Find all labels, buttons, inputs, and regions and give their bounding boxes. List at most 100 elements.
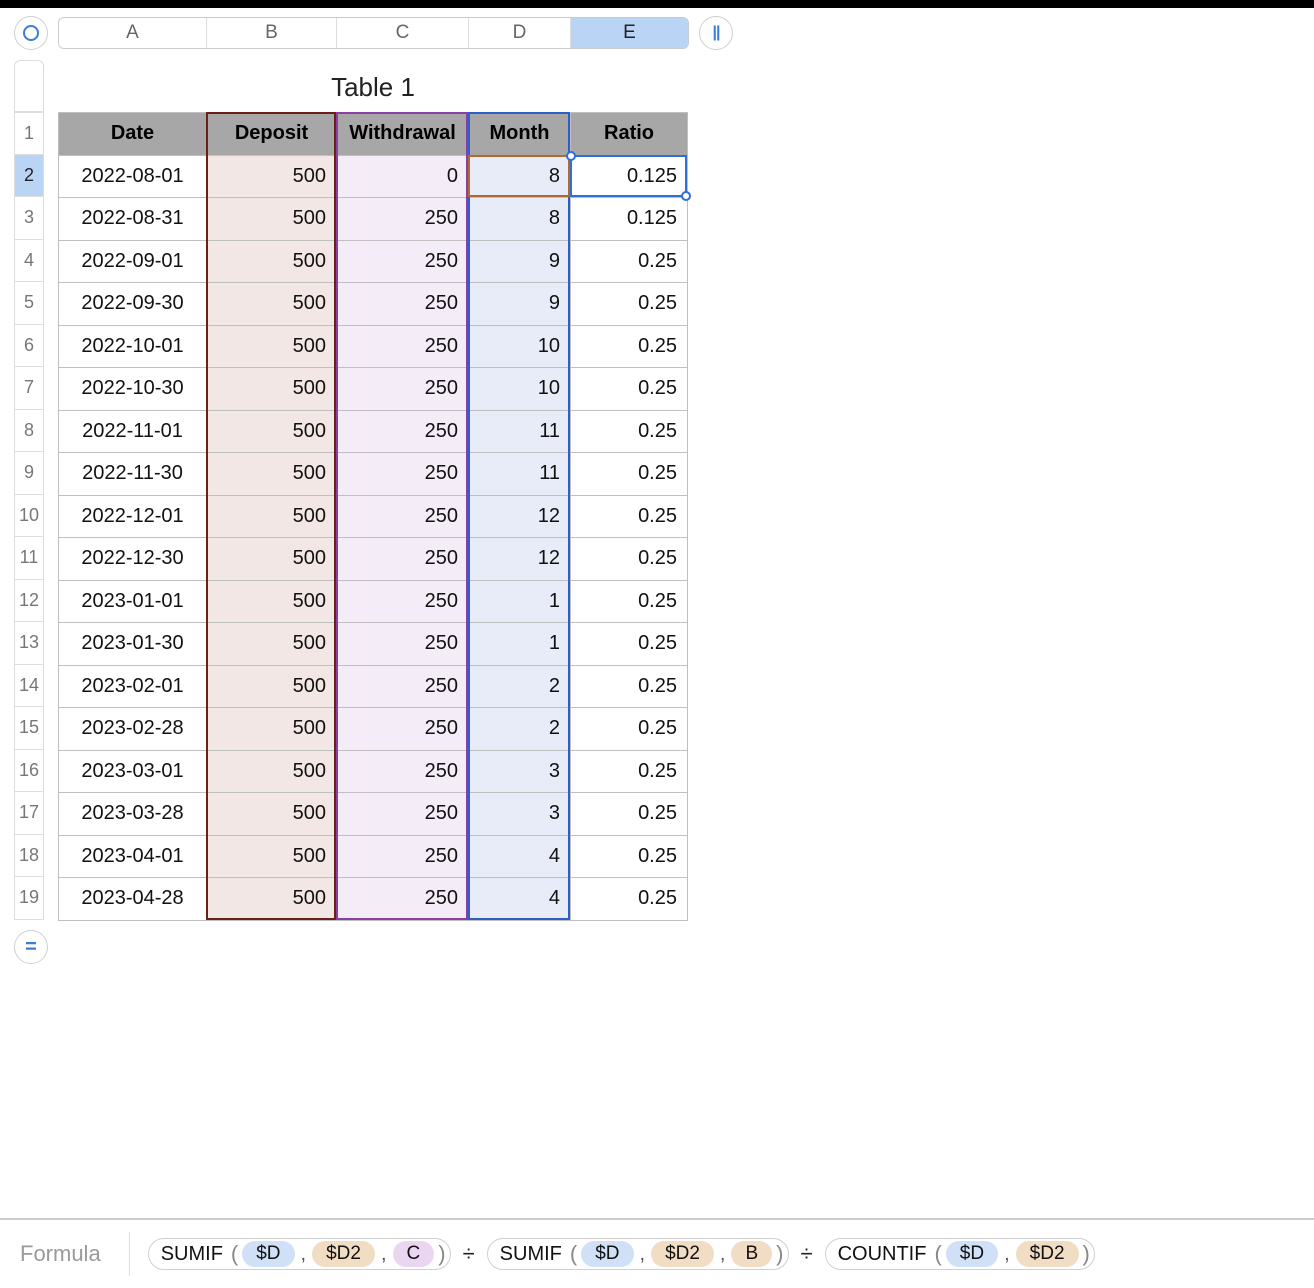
- cell-date[interactable]: 2022-09-01: [59, 240, 207, 283]
- cell-deposit[interactable]: 500: [207, 665, 337, 708]
- cell-month[interactable]: 9: [469, 240, 571, 283]
- cell-withdrawal[interactable]: 250: [337, 580, 469, 623]
- cell-month[interactable]: 3: [469, 793, 571, 836]
- cell-withdrawal[interactable]: 250: [337, 283, 469, 326]
- cell-ratio[interactable]: 0.25: [571, 410, 688, 453]
- cell-date[interactable]: 2023-03-28: [59, 793, 207, 836]
- cell-withdrawal[interactable]: 250: [337, 538, 469, 581]
- cell-date[interactable]: 2023-04-01: [59, 835, 207, 878]
- ref-d2[interactable]: $D2: [312, 1241, 375, 1267]
- cell-withdrawal[interactable]: 250: [337, 198, 469, 241]
- cell-ratio[interactable]: 0.25: [571, 495, 688, 538]
- cell-deposit[interactable]: 500: [207, 410, 337, 453]
- cell-withdrawal[interactable]: 250: [337, 368, 469, 411]
- cell-deposit[interactable]: 500: [207, 580, 337, 623]
- cell-month[interactable]: 10: [469, 325, 571, 368]
- cell-date[interactable]: 2022-09-30: [59, 283, 207, 326]
- cell-month[interactable]: 2: [469, 665, 571, 708]
- cell-date[interactable]: 2023-01-30: [59, 623, 207, 666]
- header-ratio[interactable]: Ratio: [571, 113, 688, 156]
- cell-month[interactable]: 8: [469, 155, 571, 198]
- row-header-6[interactable]: 6: [14, 325, 44, 368]
- cell-withdrawal[interactable]: 250: [337, 878, 469, 921]
- cell-month[interactable]: 2: [469, 708, 571, 751]
- ref-d[interactable]: $D: [946, 1241, 998, 1267]
- row-header-17[interactable]: 17: [14, 792, 44, 835]
- header-date[interactable]: Date: [59, 113, 207, 156]
- header-month[interactable]: Month: [469, 113, 571, 156]
- cell-deposit[interactable]: 500: [207, 835, 337, 878]
- cell-month[interactable]: 4: [469, 835, 571, 878]
- cell-date[interactable]: 2022-12-01: [59, 495, 207, 538]
- cell-withdrawal[interactable]: 250: [337, 410, 469, 453]
- row-header-7[interactable]: 7: [14, 367, 44, 410]
- cell-withdrawal[interactable]: 250: [337, 750, 469, 793]
- cell-ratio[interactable]: 0.25: [571, 538, 688, 581]
- ref-d[interactable]: $D: [581, 1241, 633, 1267]
- cell-date[interactable]: 2023-04-28: [59, 878, 207, 921]
- row-header-3[interactable]: 3: [14, 197, 44, 240]
- cell-withdrawal[interactable]: 250: [337, 665, 469, 708]
- cell-ratio[interactable]: 0.125: [571, 198, 688, 241]
- row-header-2[interactable]: 2: [14, 155, 44, 198]
- cell-deposit[interactable]: 500: [207, 325, 337, 368]
- cell-ratio[interactable]: 0.25: [571, 368, 688, 411]
- cell-ratio[interactable]: 0.25: [571, 750, 688, 793]
- header-deposit[interactable]: Deposit: [207, 113, 337, 156]
- cell-deposit[interactable]: 500: [207, 750, 337, 793]
- cell-deposit[interactable]: 500: [207, 623, 337, 666]
- cell-date[interactable]: 2023-01-01: [59, 580, 207, 623]
- cell-withdrawal[interactable]: 250: [337, 240, 469, 283]
- ref-c[interactable]: C: [393, 1241, 435, 1267]
- fn-sumif[interactable]: SUMIF($D,$D2,C): [148, 1238, 451, 1270]
- cell-date[interactable]: 2023-02-01: [59, 665, 207, 708]
- row-header-1[interactable]: 1: [14, 112, 44, 155]
- cell-month[interactable]: 11: [469, 410, 571, 453]
- cell-date[interactable]: 2022-08-01: [59, 155, 207, 198]
- cell-deposit[interactable]: 500: [207, 495, 337, 538]
- row-header-4[interactable]: 4: [14, 240, 44, 283]
- cell-deposit[interactable]: 500: [207, 878, 337, 921]
- cell-withdrawal[interactable]: 250: [337, 708, 469, 751]
- row-header-14[interactable]: 14: [14, 665, 44, 708]
- cell-deposit[interactable]: 500: [207, 198, 337, 241]
- row-header-8[interactable]: 8: [14, 410, 44, 453]
- table-title[interactable]: Table 1: [58, 72, 688, 103]
- cell-ratio[interactable]: 0.125: [571, 155, 688, 198]
- cell-deposit[interactable]: 500: [207, 453, 337, 496]
- cell-deposit[interactable]: 500: [207, 368, 337, 411]
- add-row-handle[interactable]: =: [14, 930, 48, 964]
- cell-ratio[interactable]: 0.25: [571, 453, 688, 496]
- cell-month[interactable]: 12: [469, 495, 571, 538]
- cell-withdrawal[interactable]: 250: [337, 495, 469, 538]
- row-header-5[interactable]: 5: [14, 282, 44, 325]
- cell-date[interactable]: 2022-10-01: [59, 325, 207, 368]
- header-withdrawal[interactable]: Withdrawal: [337, 113, 469, 156]
- formula-tokens[interactable]: SUMIF($D,$D2,C)÷SUMIF($D,$D2,B)÷COUNTIF(…: [148, 1238, 1095, 1270]
- cell-month[interactable]: 1: [469, 580, 571, 623]
- add-column-handle[interactable]: ||: [699, 16, 733, 50]
- cell-month[interactable]: 4: [469, 878, 571, 921]
- cell-ratio[interactable]: 0.25: [571, 580, 688, 623]
- cell-deposit[interactable]: 500: [207, 155, 337, 198]
- cell-date[interactable]: 2022-11-30: [59, 453, 207, 496]
- cell-ratio[interactable]: 0.25: [571, 708, 688, 751]
- cell-withdrawal[interactable]: 250: [337, 835, 469, 878]
- cell-month[interactable]: 9: [469, 283, 571, 326]
- cell-month[interactable]: 3: [469, 750, 571, 793]
- row-header-19[interactable]: 19: [14, 877, 44, 920]
- col-header-E[interactable]: E: [571, 18, 688, 48]
- cell-withdrawal[interactable]: 250: [337, 453, 469, 496]
- cell-deposit[interactable]: 500: [207, 708, 337, 751]
- col-header-C[interactable]: C: [337, 18, 469, 48]
- cell-date[interactable]: 2023-02-28: [59, 708, 207, 751]
- cell-deposit[interactable]: 500: [207, 283, 337, 326]
- cell-date[interactable]: 2022-12-30: [59, 538, 207, 581]
- fn-countif[interactable]: COUNTIF($D,$D2): [825, 1238, 1095, 1270]
- cell-deposit[interactable]: 500: [207, 240, 337, 283]
- row-header-16[interactable]: 16: [14, 750, 44, 793]
- cell-ratio[interactable]: 0.25: [571, 878, 688, 921]
- cell-withdrawal[interactable]: 250: [337, 325, 469, 368]
- row-header-13[interactable]: 13: [14, 622, 44, 665]
- col-header-B[interactable]: B: [207, 18, 337, 48]
